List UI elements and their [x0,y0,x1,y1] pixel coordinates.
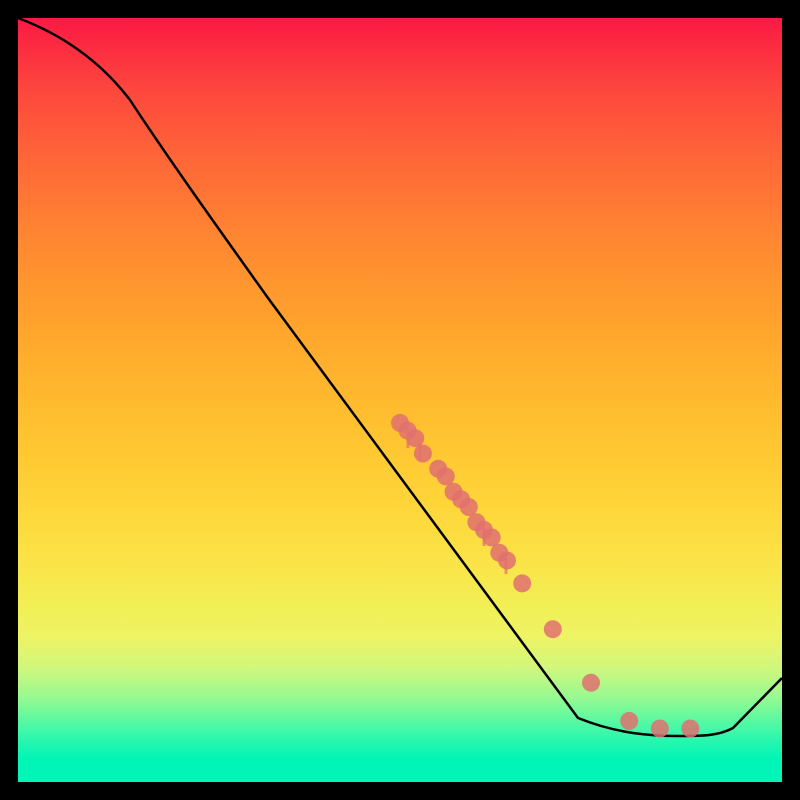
chart-svg [18,18,782,782]
data-point [483,529,501,547]
data-point [414,445,432,463]
curve-line [18,18,782,736]
data-point [681,720,699,738]
data-point [513,574,531,592]
watermark-label: TheBottleneck.com [599,0,782,24]
data-point [544,620,562,638]
data-point [582,674,600,692]
chart-container: TheBottleneck.com [0,0,800,800]
data-point [406,429,424,447]
data-point [437,467,455,485]
data-points [391,414,699,738]
data-point [620,712,638,730]
data-point [651,720,669,738]
data-point [498,551,516,569]
